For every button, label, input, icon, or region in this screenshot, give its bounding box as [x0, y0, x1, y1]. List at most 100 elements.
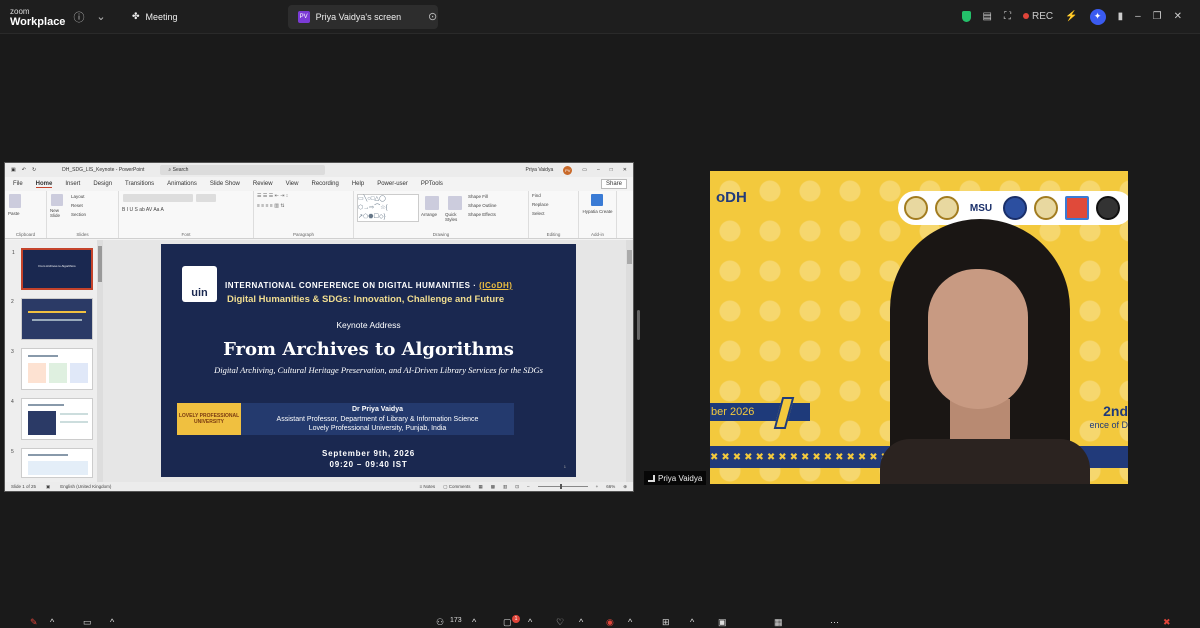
comments-button[interactable]: ▢ Comments: [443, 484, 470, 490]
ppt-menu-insert[interactable]: Insert: [65, 181, 80, 187]
ppt-menu-design[interactable]: Design: [93, 181, 112, 187]
ai-companion-icon[interactable]: ✦: [1089, 8, 1106, 25]
new-slide-icon[interactable]: [51, 194, 63, 206]
chat-icon[interactable]: ▢: [503, 617, 512, 628]
video-chevron-icon[interactable]: ^: [110, 617, 114, 627]
ppt-menu-recording[interactable]: Recording: [311, 181, 338, 187]
hypatia-icon[interactable]: [591, 194, 603, 206]
restore-icon[interactable]: ❐: [1153, 11, 1162, 22]
ppt-maximize-icon[interactable]: □: [610, 167, 613, 173]
shape-fill-button[interactable]: Shape Fill: [468, 194, 488, 199]
thumbnail-scroll-knob[interactable]: [98, 246, 102, 282]
ppt-search-box[interactable]: ⌕ Search: [160, 165, 326, 175]
replace-button[interactable]: Replace: [532, 202, 575, 207]
paste-icon[interactable]: [9, 194, 21, 208]
shape-outline-button[interactable]: Shape Outline: [468, 203, 497, 208]
react-chevron-icon[interactable]: ^: [579, 617, 583, 627]
record-icon[interactable]: ◉: [606, 617, 614, 628]
ppt-menu-file[interactable]: File: [13, 181, 23, 187]
participant-video-tile[interactable]: oDH MSU ber 2026 2nd ence of D ✖✖✖✖✖✖✖✖✖…: [710, 171, 1128, 484]
shapes-gallery[interactable]: ▭╲○□△◯ ⬡→⇨⌒☆{↗⬠⬣☐◇}: [357, 194, 419, 222]
ppt-menu-power-user[interactable]: Power-user: [377, 181, 408, 187]
ppt-menu-animations[interactable]: Animations: [167, 181, 197, 187]
hypatia-create-button[interactable]: Hypatia Create: [582, 209, 613, 214]
more-icon[interactable]: ⋯: [830, 617, 839, 628]
slide-thumbnail[interactable]: 4: [11, 398, 93, 440]
ppt-menu-transitions[interactable]: Transitions: [125, 181, 154, 187]
ppt-minimize-icon[interactable]: –: [597, 167, 600, 173]
accessibility-icon[interactable]: ▣: [46, 484, 50, 490]
security-shield-icon[interactable]: [961, 11, 971, 22]
paste-button[interactable]: Paste: [8, 211, 43, 216]
ribbon-display-icon[interactable]: ▭: [582, 167, 587, 173]
save-icon[interactable]: ▣: [11, 167, 16, 173]
alignment-buttons[interactable]: ≡ ≡ ≡ ≡ ▥ ⇅: [257, 203, 350, 209]
zoom-out-icon[interactable]: –: [527, 484, 530, 489]
tab-shared-screen[interactable]: PV Priya Vaidya's screen: [287, 4, 438, 29]
leave-icon[interactable]: ✖: [1163, 617, 1171, 628]
ppt-menu-help[interactable]: Help: [352, 181, 364, 187]
font-size-dropdown[interactable]: [196, 194, 217, 202]
apps-icon[interactable]: ▣: [718, 617, 727, 628]
captions-icon[interactable]: ▤: [983, 11, 992, 22]
zoom-in-icon[interactable]: +: [596, 484, 599, 489]
minimize-icon[interactable]: –: [1135, 11, 1141, 22]
participants-chevron-icon[interactable]: ^: [472, 617, 476, 627]
ppt-share-button[interactable]: Share: [600, 179, 627, 189]
slide-thumbnail[interactable]: 5: [11, 448, 93, 478]
react-icon[interactable]: ♡: [556, 617, 564, 628]
mic-chevron-icon[interactable]: ^: [50, 617, 54, 627]
recording-indicator[interactable]: REC: [1022, 11, 1053, 22]
slide-scroll-knob[interactable]: [627, 250, 632, 264]
section-button[interactable]: Section: [71, 212, 86, 217]
more-options-icon[interactable]: ⊙: [422, 10, 444, 23]
shape-effects-button[interactable]: Shape Effects: [468, 212, 496, 217]
reset-button[interactable]: Reset: [71, 203, 83, 208]
slide-sorter-icon[interactable]: ▩: [491, 484, 495, 490]
reading-view-icon[interactable]: ▥: [503, 484, 507, 490]
slide-thumbnail[interactable]: 3: [11, 348, 93, 390]
exit-fullscreen-icon[interactable]: ▮: [1118, 11, 1124, 22]
info-icon[interactable]: ⓘ: [68, 9, 90, 25]
ppt-close-icon[interactable]: ✕: [623, 167, 627, 173]
redo-icon[interactable]: ↻: [32, 167, 36, 173]
select-button[interactable]: Select: [532, 211, 575, 216]
zoom-level[interactable]: 66%: [606, 484, 615, 489]
share-screen-icon[interactable]: ⊞: [662, 617, 670, 628]
slide-scrollbar[interactable]: [626, 240, 633, 482]
current-slide[interactable]: uin INTERNATIONAL CONFERENCE ON DIGITAL …: [161, 244, 576, 477]
layout-button[interactable]: Layout: [71, 194, 85, 199]
font-format-buttons[interactable]: B I U S ab AV Aa A: [122, 207, 250, 213]
slide-editing-area[interactable]: uin INTERNATIONAL CONFERENCE ON DIGITAL …: [103, 240, 633, 482]
find-button[interactable]: Find: [532, 193, 575, 198]
fit-slide-icon[interactable]: ⊕: [623, 484, 627, 490]
close-icon[interactable]: ✕: [1174, 11, 1182, 22]
view-icon[interactable]: ▦: [774, 617, 783, 628]
slide-thumbnail[interactable]: 1 From Archives to Algorithms: [12, 248, 93, 290]
share-chevron-icon[interactable]: ^: [690, 617, 694, 627]
chevron-down-icon[interactable]: ⌄: [90, 10, 112, 23]
font-name-dropdown[interactable]: [123, 194, 193, 202]
fit-screen-icon[interactable]: ⛶: [1004, 11, 1011, 22]
paragraph-buttons[interactable]: ☰ ☰ ☰ ⇤ ⇥ ↕: [257, 193, 350, 199]
tab-meeting[interactable]: ✤ Meeting: [122, 5, 188, 29]
video-icon[interactable]: ▭: [83, 617, 92, 628]
zoom-slider[interactable]: [537, 484, 588, 489]
ppt-menu-pptools[interactable]: PPTools: [421, 181, 443, 187]
chat-chevron-icon[interactable]: ^: [528, 617, 532, 627]
new-slide-button[interactable]: New Slide: [50, 208, 70, 218]
quick-styles-icon[interactable]: [448, 196, 462, 210]
split-view-divider[interactable]: [637, 310, 640, 340]
ppt-menu-view[interactable]: View: [286, 181, 299, 187]
undo-icon[interactable]: ↶: [22, 167, 26, 173]
magic-wand-icon[interactable]: ⚡: [1065, 11, 1077, 22]
quick-styles-button[interactable]: Quick Styles: [445, 212, 465, 222]
normal-view-icon[interactable]: ▦: [478, 484, 482, 490]
slide-thumbnail[interactable]: 2: [11, 298, 93, 340]
participants-icon[interactable]: ⚇: [436, 617, 444, 628]
mic-muted-icon[interactable]: ✎: [30, 617, 38, 628]
arrange-button[interactable]: Arrange: [421, 212, 437, 217]
ppt-menu-slide-show[interactable]: Slide Show: [210, 181, 240, 187]
arrange-icon[interactable]: [425, 196, 439, 210]
record-chevron-icon[interactable]: ^: [628, 617, 632, 627]
